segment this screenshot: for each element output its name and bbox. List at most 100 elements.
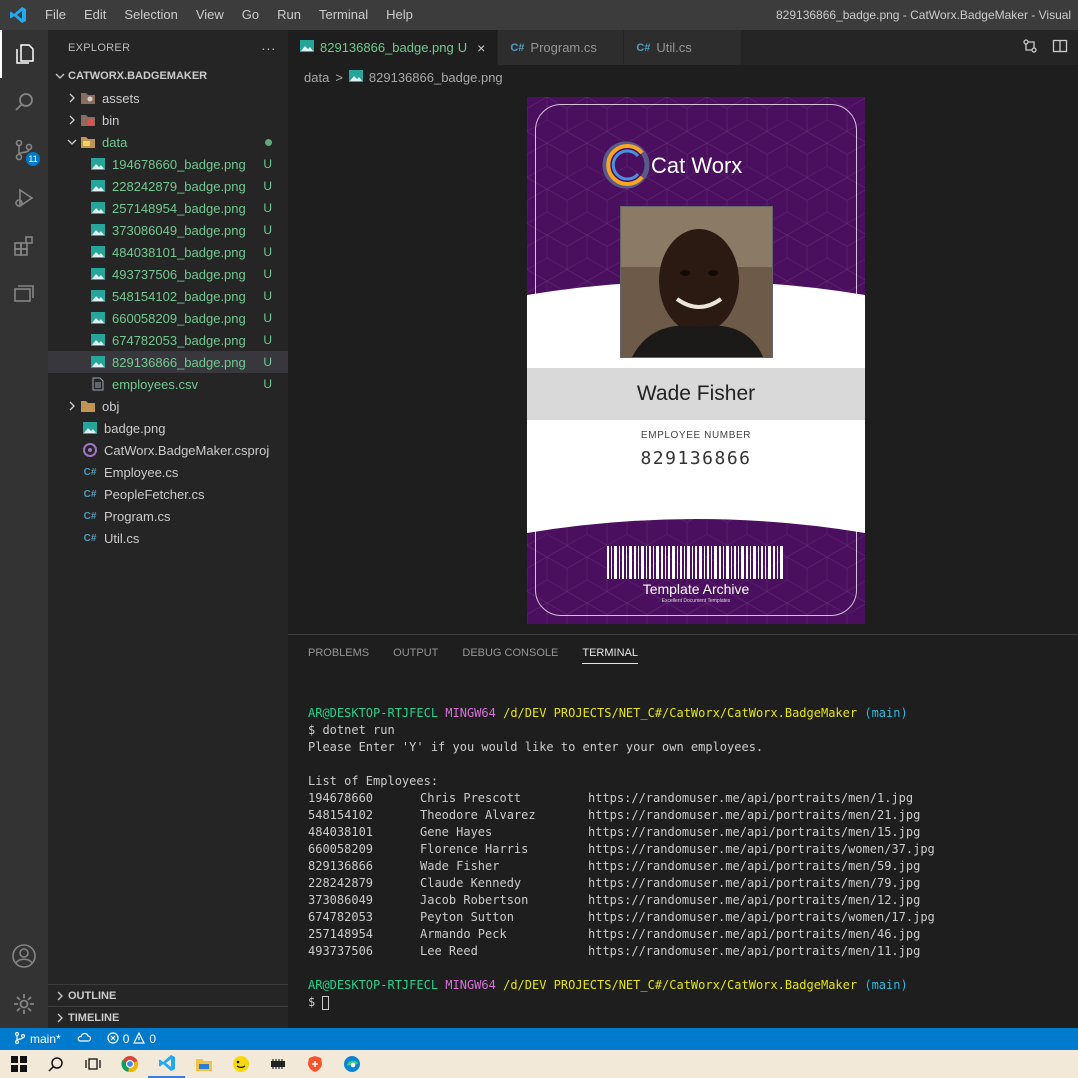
file-row[interactable]: 829136866_badge.png U: [48, 351, 288, 373]
file-row[interactable]: 548154102_badge.png U: [48, 285, 288, 307]
template-archive-subtext: Excellent Document Templates: [661, 598, 731, 604]
windows-start-icon[interactable]: [0, 1050, 37, 1078]
breadcrumb-file[interactable]: 829136866_badge.png: [369, 70, 503, 85]
search-icon[interactable]: [0, 78, 48, 126]
assets-folder-icon: [80, 90, 96, 106]
tab-problems[interactable]: PROBLEMS: [308, 647, 369, 659]
file-util-cs[interactable]: C# Util.cs: [48, 527, 288, 549]
employee-photo-url: https://randomuser.me/api/portraits/men/…: [588, 944, 921, 958]
employee-name: Wade Fisher: [527, 368, 865, 420]
menu-view[interactable]: View: [187, 0, 233, 30]
prompt-shell: MINGW64: [445, 978, 496, 992]
more-actions-button[interactable]: ···: [261, 40, 276, 56]
tab-output[interactable]: OUTPUT: [393, 647, 438, 659]
hardware-app-icon[interactable]: [259, 1050, 296, 1078]
outline-section[interactable]: OUTLINE: [48, 984, 288, 1006]
folder-label: bin: [102, 112, 120, 128]
menu-terminal[interactable]: Terminal: [310, 0, 377, 30]
file-row[interactable]: 228242879_badge.png U: [48, 175, 288, 197]
run-debug-icon[interactable]: [0, 174, 48, 222]
settings-gear-icon[interactable]: [0, 980, 48, 1028]
terminal-input-line[interactable]: $: [308, 994, 935, 1011]
tab-debug-console[interactable]: DEBUG CONSOLE: [462, 647, 558, 659]
windows-taskbar: [0, 1050, 1078, 1078]
menu-run[interactable]: Run: [268, 0, 310, 30]
employee-photo-url: https://randomuser.me/api/portraits/men/…: [588, 876, 921, 890]
file-row[interactable]: employees.csv U: [48, 373, 288, 395]
breadcrumb-folder[interactable]: data: [304, 70, 329, 85]
file-program-cs[interactable]: C# Program.cs: [48, 505, 288, 527]
problems-indicator[interactable]: 0 0: [99, 1031, 164, 1047]
file-csproj[interactable]: CatWorx.BadgeMaker.csproj: [48, 439, 288, 461]
branch-indicator[interactable]: main*: [0, 1031, 69, 1047]
tab-program-cs[interactable]: C# Program.cs: [498, 30, 625, 65]
file-row[interactable]: 493737506_badge.png U: [48, 263, 288, 285]
file-employee-cs[interactable]: C# Employee.cs: [48, 461, 288, 483]
open-changes-icon[interactable]: [1022, 38, 1038, 57]
folder-obj[interactable]: obj: [48, 395, 288, 417]
git-status: U: [263, 311, 272, 325]
cloud-sync-icon: [77, 1032, 91, 1047]
project-root[interactable]: CATWORX.BADGEMAKER: [48, 65, 288, 87]
git-status: U: [263, 267, 272, 281]
prompt-user: AR@DESKTOP-RTJFECL: [308, 978, 439, 992]
file-row[interactable]: 660058209_badge.png U: [48, 307, 288, 329]
source-control-icon[interactable]: 11: [0, 126, 48, 174]
file-row[interactable]: 194678660_badge.png U: [48, 153, 288, 175]
game-app-icon[interactable]: [222, 1050, 259, 1078]
folder-data[interactable]: data: [48, 131, 288, 153]
menu-file[interactable]: File: [36, 0, 75, 30]
terminal-output[interactable]: AR@DESKTOP-RTJFECL MINGW64 /d/DEV PROJEC…: [308, 705, 935, 1011]
sync-button[interactable]: [69, 1032, 99, 1047]
file-label: CatWorx.BadgeMaker.csproj: [104, 442, 270, 458]
tab-badge-png[interactable]: 829136866_badge.png U ×: [288, 30, 499, 65]
csharp-file-icon: C#: [83, 466, 97, 478]
file-row[interactable]: 373086049_badge.png U: [48, 219, 288, 241]
image-file-icon: [90, 178, 106, 194]
remote-explorer-icon[interactable]: [0, 270, 48, 318]
file-badge-png[interactable]: badge.png: [48, 417, 288, 439]
task-view-icon[interactable]: [74, 1050, 111, 1078]
csharp-file-icon: C#: [636, 41, 651, 54]
brave-icon[interactable]: [296, 1050, 333, 1078]
employee-row: 484038101 Gene Hayes https://randomuser.me…: [308, 824, 935, 841]
file-row[interactable]: 257148954_badge.png U: [48, 197, 288, 219]
prompt-user: AR@DESKTOP-RTJFECL: [308, 706, 439, 720]
extensions-icon[interactable]: [0, 222, 48, 270]
file-row[interactable]: 484038101_badge.png U: [48, 241, 288, 263]
breadcrumb: data > 829136866_badge.png: [304, 66, 503, 88]
file-explorer-icon[interactable]: [185, 1050, 222, 1078]
employee-photo-url: https://randomuser.me/api/portraits/men/…: [588, 825, 921, 839]
file-row[interactable]: 674782053_badge.png U: [48, 329, 288, 351]
bin-folder-icon: [80, 112, 96, 128]
edge-icon[interactable]: [333, 1050, 370, 1078]
employee-name: Theodore Alvarez: [420, 808, 536, 822]
folder-assets[interactable]: assets: [48, 87, 288, 109]
terminal-prompt-line: AR@DESKTOP-RTJFECL MINGW64 /d/DEV PROJEC…: [308, 977, 935, 994]
tab-util-cs[interactable]: C# Util.cs: [624, 30, 743, 65]
employee-id: 373086049: [308, 893, 374, 907]
timeline-section[interactable]: TIMELINE: [48, 1006, 288, 1028]
image-file-icon: [90, 310, 106, 326]
folder-bin[interactable]: bin: [48, 109, 288, 131]
vscode-taskbar-icon[interactable]: [148, 1050, 185, 1078]
file-label: 660058209_badge.png: [112, 310, 246, 326]
employee-name: Peyton Sutton: [420, 910, 514, 924]
tab-terminal[interactable]: TERMINAL: [582, 647, 638, 664]
menu-selection[interactable]: Selection: [115, 0, 186, 30]
branch-name: main*: [30, 1032, 61, 1046]
close-tab-button[interactable]: ×: [477, 40, 485, 56]
menu-help[interactable]: Help: [377, 0, 422, 30]
split-editor-icon[interactable]: [1052, 38, 1068, 57]
chrome-icon[interactable]: [111, 1050, 148, 1078]
employee-photo-url: https://randomuser.me/api/portraits/wome…: [588, 842, 935, 856]
folder-label: obj: [102, 398, 120, 414]
image-file-icon: [90, 244, 106, 260]
taskbar-search-icon[interactable]: [37, 1050, 74, 1078]
menu-edit[interactable]: Edit: [75, 0, 115, 30]
account-icon[interactable]: [0, 932, 48, 980]
explorer-icon[interactable]: [0, 30, 48, 78]
menu-go[interactable]: Go: [233, 0, 268, 30]
terminal-list-header: List of Employees:: [308, 774, 439, 788]
file-peoplefetcher-cs[interactable]: C# PeopleFetcher.cs: [48, 483, 288, 505]
